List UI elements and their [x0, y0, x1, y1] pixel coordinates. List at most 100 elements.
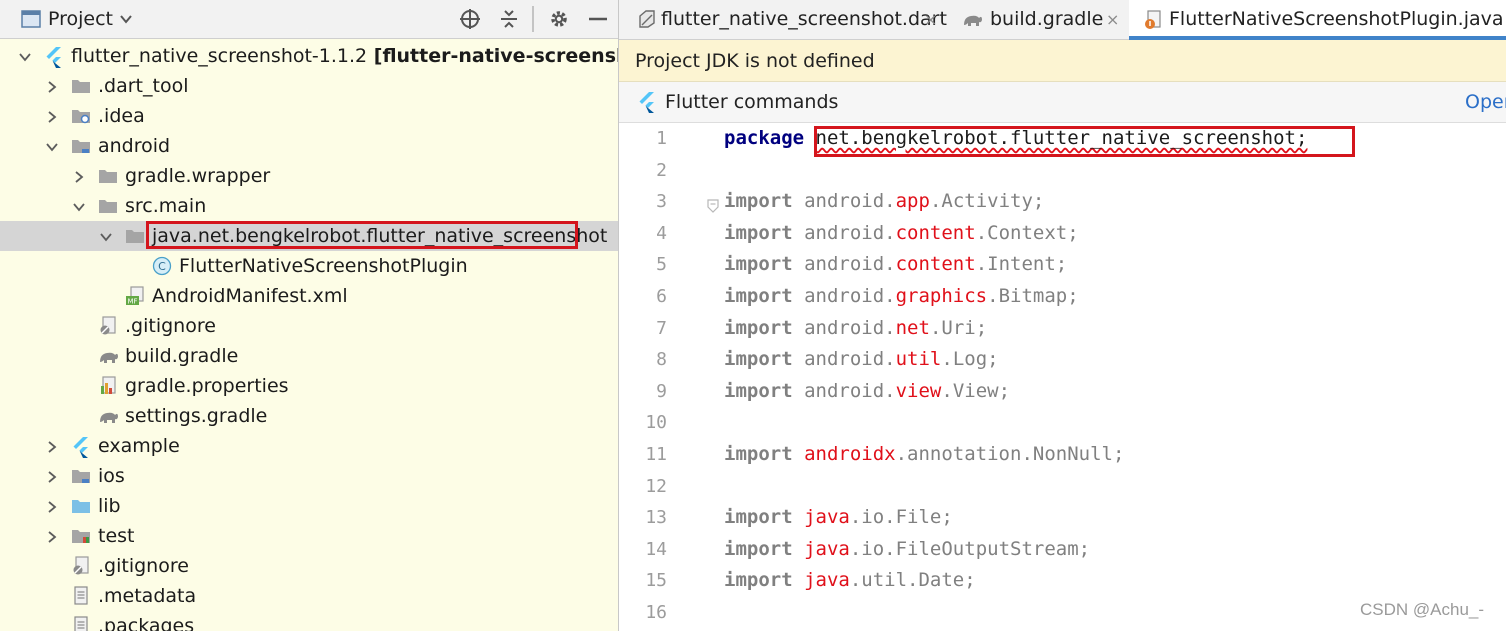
project-panel: Project flutter_native_screenshot-1.1.2 … — [0, 0, 619, 631]
tree-item[interactable]: .dart_tool — [0, 71, 618, 101]
highlight-box-package-declaration — [814, 126, 1355, 157]
code-line: 13 import java.io.File; — [619, 502, 1506, 533]
jdk-warning-banner: Project JDK is not defined — [619, 40, 1506, 82]
tab-label: FlutterNativeScreenshotPlugin.java — [1169, 8, 1504, 30]
tree-item-label: .dart_tool — [98, 75, 189, 97]
java-class-icon: C — [152, 256, 172, 276]
chevron-right-icon[interactable] — [45, 109, 59, 123]
chevron-down-icon[interactable] — [99, 229, 113, 243]
code-line: 2 — [619, 155, 1506, 186]
tree-item[interactable]: test — [0, 521, 618, 551]
project-view-icon[interactable] — [20, 8, 42, 30]
tree-item[interactable]: .idea — [0, 101, 618, 131]
line-number: 9 — [656, 380, 667, 402]
code-line: 4 import android.content.Context; — [619, 218, 1506, 249]
tree-item-label: example — [98, 435, 180, 457]
chevron-right-icon[interactable] — [45, 439, 59, 453]
tree-item[interactable]: .gitignore — [0, 311, 618, 341]
flutter-commands-label: Flutter commands — [665, 91, 839, 113]
import-prefix: android. — [804, 348, 896, 371]
chevron-right-icon[interactable] — [72, 169, 86, 183]
close-icon[interactable]: × — [924, 10, 937, 29]
code-text: import android.net.Uri; — [724, 317, 987, 339]
code-line: 7 import android.net.Uri; — [619, 313, 1506, 344]
project-view-title[interactable]: Project — [48, 8, 113, 30]
chevron-down-icon[interactable] — [118, 11, 134, 27]
keyword: import — [724, 316, 793, 339]
minimize-icon[interactable] — [587, 8, 609, 30]
unresolved-package: androidx — [804, 443, 896, 465]
tree-item[interactable]: .gitignore — [0, 551, 618, 581]
folder-icon — [98, 166, 118, 186]
locate-icon[interactable] — [459, 8, 481, 30]
tree-item[interactable]: src.main — [0, 191, 618, 221]
text-file-icon — [71, 616, 91, 631]
code-editor[interactable]: 1 package net.bengkelrobot.flutter_native… — [619, 123, 1506, 631]
folder-icon — [71, 76, 91, 96]
watermark: CSDN @Achu_- — [1360, 600, 1485, 619]
tree-item[interactable]: MF AndroidManifest.xml — [0, 281, 618, 311]
tree-item[interactable]: build.gradle — [0, 341, 618, 371]
flutter-icon — [71, 436, 91, 458]
svg-text:C: C — [158, 260, 166, 273]
tree-item[interactable]: gradle.wrapper — [0, 161, 618, 191]
tree-item[interactable]: C FlutterNativeScreenshotPlugin — [0, 251, 618, 281]
tab-build-gradle[interactable]: build.gradle × — [950, 0, 1128, 39]
chevron-right-icon[interactable] — [45, 469, 59, 483]
open-link[interactable]: Oper — [1465, 91, 1506, 113]
chevron-down-icon[interactable] — [18, 49, 32, 63]
tree-item-label: src.main — [125, 195, 207, 217]
keyword: package — [724, 127, 805, 149]
import-suffix: .Log; — [941, 348, 999, 371]
tree-item-label: AndroidManifest.xml — [152, 285, 348, 307]
keyword: import — [724, 569, 793, 592]
code-line: 10 — [619, 407, 1506, 438]
code-text: import java.io.FileOutputStream; — [724, 538, 1090, 560]
import-suffix: .Uri; — [929, 316, 988, 339]
unresolved-package: app — [895, 190, 930, 213]
import-suffix: .io.FileOutputStream; — [849, 537, 1091, 560]
gear-icon[interactable] — [548, 8, 570, 30]
tree-item[interactable]: android — [0, 131, 618, 161]
tab-flutter-native-screenshot-plugin-java[interactable]: FlutterNativeScreenshotPlugin.java — [1129, 0, 1506, 40]
tree-item[interactable]: gradle.properties — [0, 371, 618, 401]
tree-item[interactable]: flutter_native_screenshot-1.1.2 [flutter… — [0, 41, 618, 71]
line-number: 1 — [656, 128, 667, 149]
module-name: [flutter-native-screenshot] — [373, 45, 618, 67]
fold-icon[interactable] — [707, 198, 719, 213]
tree-item[interactable]: lib — [0, 491, 618, 521]
chevron-right-icon[interactable] — [45, 499, 59, 513]
tab-flutter-native-screenshot-dart[interactable]: flutter_native_screenshot.dart × — [619, 0, 949, 39]
chevron-right-icon[interactable] — [45, 529, 59, 543]
chevron-right-icon[interactable] — [45, 79, 59, 93]
manifest-icon: MF — [125, 286, 145, 306]
code-text: import android.graphics.Bitmap; — [724, 285, 1079, 307]
module-folder-icon — [71, 136, 91, 156]
source-folder-icon — [71, 496, 91, 516]
unresolved-package: net — [895, 316, 930, 339]
code-text: import java.util.Date; — [724, 569, 976, 591]
tree-item-label: .metadata — [98, 585, 197, 607]
gitignore-icon — [71, 556, 91, 576]
tree-item-label: build.gradle — [125, 345, 239, 367]
gradle-icon — [962, 9, 982, 29]
unresolved-package: util — [895, 348, 942, 371]
tree-item-label: .gitignore — [98, 555, 189, 577]
chevron-down-icon[interactable] — [45, 139, 59, 153]
tree-item[interactable]: settings.gradle — [0, 401, 618, 431]
import-suffix: .Context; — [975, 221, 1079, 244]
tree-item[interactable]: example — [0, 431, 618, 461]
tree-item[interactable]: .metadata — [0, 581, 618, 611]
keyword: import — [724, 348, 793, 371]
unresolved-package: java — [804, 569, 850, 592]
code-text: import android.util.Log; — [724, 348, 999, 370]
line-number: 13 — [645, 507, 667, 529]
tree-item[interactable]: ios — [0, 461, 618, 491]
unresolved-package: content — [895, 221, 976, 244]
chevron-down-icon[interactable] — [72, 199, 86, 213]
collapse-all-icon[interactable] — [498, 8, 520, 30]
import-suffix: .Bitmap; — [987, 285, 1079, 307]
tree-item[interactable]: .packages — [0, 611, 618, 631]
close-icon[interactable]: × — [1106, 10, 1119, 29]
line-number: 12 — [645, 475, 667, 497]
